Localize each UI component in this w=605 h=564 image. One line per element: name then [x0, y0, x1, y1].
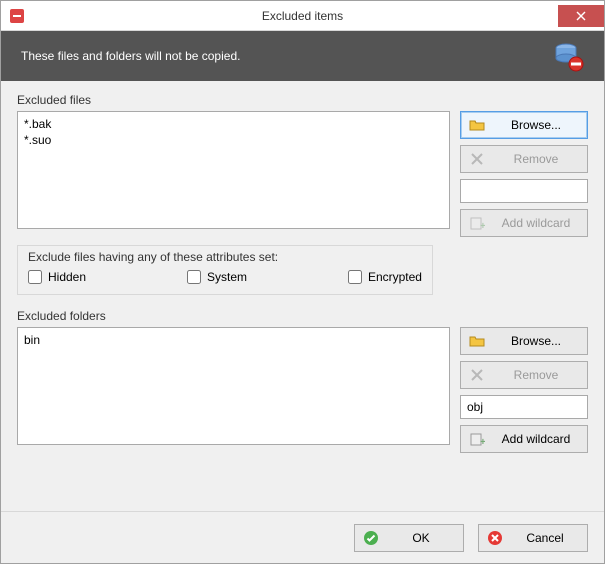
- window-root: Excluded items These files and folders w…: [0, 0, 605, 564]
- folders-browse-label: Browse...: [493, 334, 579, 348]
- folder-icon: [469, 333, 485, 349]
- folder-icon: [469, 117, 485, 133]
- content-area: Excluded files *.bak *.suo Browse...: [1, 81, 604, 511]
- cancel-label: Cancel: [511, 531, 579, 545]
- file-attributes-box: Exclude files having any of these attrib…: [17, 245, 433, 295]
- system-checkbox[interactable]: System: [187, 270, 247, 284]
- encrypted-checkbox-input[interactable]: [348, 270, 362, 284]
- files-browse-button[interactable]: Browse...: [460, 111, 588, 139]
- excluded-files-list[interactable]: *.bak *.suo: [17, 111, 450, 229]
- excluded-files-label: Excluded files: [17, 93, 588, 107]
- svg-text:+: +: [480, 221, 485, 231]
- encrypted-checkbox[interactable]: Encrypted: [348, 270, 422, 284]
- folders-add-wildcard-label: Add wildcard: [493, 432, 579, 446]
- header-strip: These files and folders will not be copi…: [1, 31, 604, 81]
- svg-text:+: +: [480, 437, 485, 447]
- cancel-icon: [487, 530, 503, 546]
- titlebar: Excluded items: [1, 1, 604, 31]
- folders-remove-label: Remove: [493, 368, 579, 382]
- files-wildcard-input[interactable]: [460, 179, 588, 203]
- hidden-checkbox[interactable]: Hidden: [28, 270, 86, 284]
- encrypted-checkbox-label: Encrypted: [368, 270, 422, 284]
- folders-browse-button[interactable]: Browse...: [460, 327, 588, 355]
- folders-add-wildcard-button[interactable]: + Add wildcard: [460, 425, 588, 453]
- files-remove-label: Remove: [493, 152, 579, 166]
- excluded-folders-list[interactable]: bin: [17, 327, 450, 445]
- database-excluded-icon: [552, 40, 584, 72]
- files-remove-button[interactable]: Remove: [460, 145, 588, 173]
- remove-icon: [469, 151, 485, 167]
- hidden-checkbox-label: Hidden: [48, 270, 86, 284]
- system-checkbox-input[interactable]: [187, 270, 201, 284]
- folders-remove-button[interactable]: Remove: [460, 361, 588, 389]
- excluded-folders-group: Excluded folders bin Browse... Remove: [17, 309, 588, 453]
- files-add-wildcard-label: Add wildcard: [493, 216, 579, 230]
- file-attributes-title: Exclude files having any of these attrib…: [28, 250, 422, 264]
- folders-wildcard-input[interactable]: [460, 395, 588, 419]
- excluded-files-side: Browse... Remove + Add wildcard: [460, 111, 588, 237]
- ok-icon: [363, 530, 379, 546]
- close-button[interactable]: [558, 5, 604, 27]
- add-wildcard-icon: +: [469, 215, 485, 231]
- excluded-files-group: Excluded files *.bak *.suo Browse...: [17, 93, 588, 295]
- ok-label: OK: [387, 531, 455, 545]
- app-icon: [9, 8, 25, 24]
- window-title: Excluded items: [1, 9, 604, 23]
- excluded-folders-label: Excluded folders: [17, 309, 588, 323]
- ok-button[interactable]: OK: [354, 524, 464, 552]
- excluded-folders-side: Browse... Remove + Add wildcard: [460, 327, 588, 453]
- remove-icon: [469, 367, 485, 383]
- header-description: These files and folders will not be copi…: [21, 49, 240, 63]
- footer: OK Cancel: [1, 511, 604, 563]
- files-browse-label: Browse...: [493, 118, 579, 132]
- system-checkbox-label: System: [207, 270, 247, 284]
- cancel-button[interactable]: Cancel: [478, 524, 588, 552]
- files-add-wildcard-button[interactable]: + Add wildcard: [460, 209, 588, 237]
- hidden-checkbox-input[interactable]: [28, 270, 42, 284]
- add-wildcard-icon: +: [469, 431, 485, 447]
